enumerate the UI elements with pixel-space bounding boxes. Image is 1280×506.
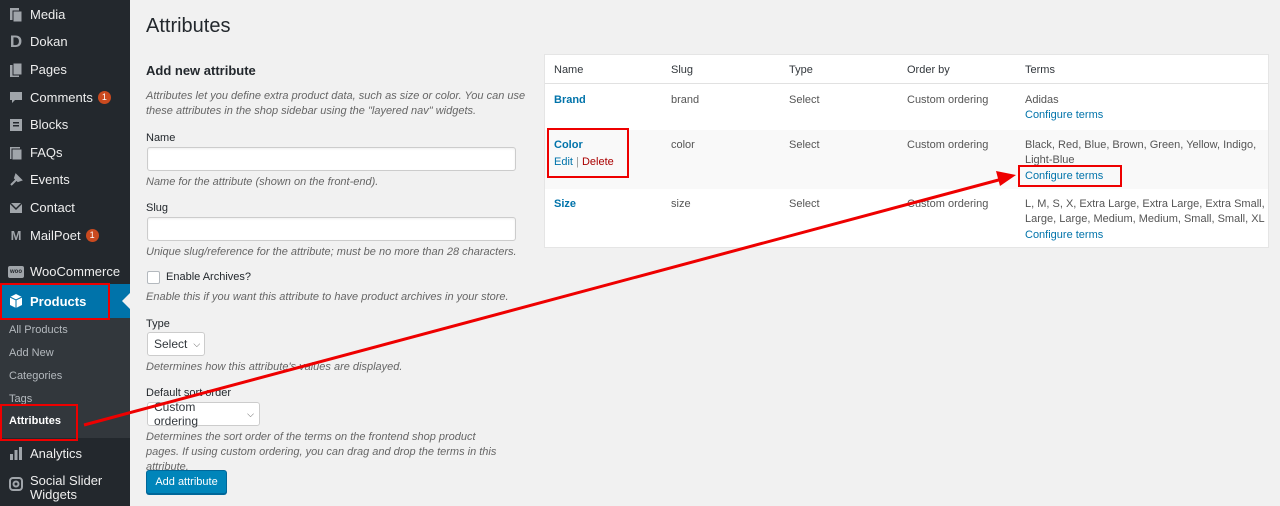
- annotation-arrow: [83, 171, 1016, 427]
